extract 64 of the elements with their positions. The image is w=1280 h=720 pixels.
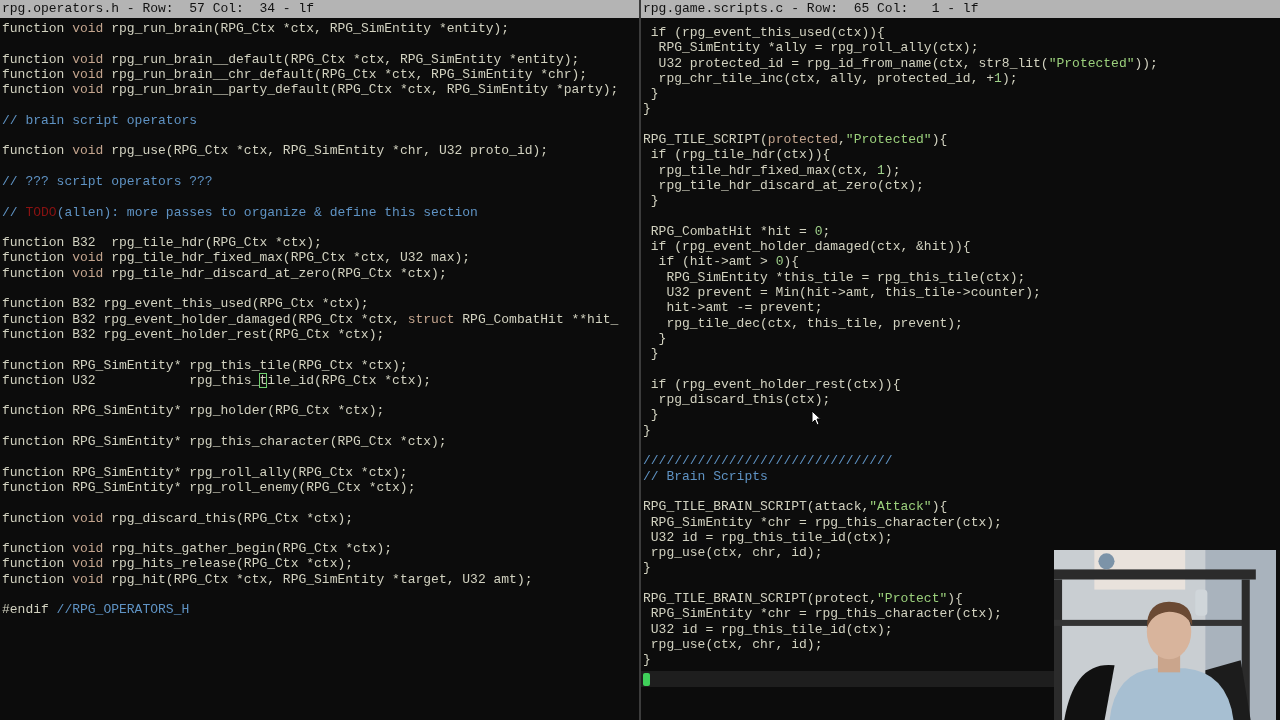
code-line: function void rpg_hit(RPG_Ctx *ctx, RPG_SimEntity *target, U32 amt); [2, 571, 533, 587]
code-line: RPG_SimEntity *this_tile = rpg_this_tile(ctx); [665, 269, 1026, 286]
code-line: } [643, 652, 651, 668]
code-line: U32 protected_id = rpg_id_from_name(ctx, str8_lit("Protected")); [657, 55, 1158, 71]
code-line: } [649, 407, 659, 423]
code-line: function RPG_SimEntity* rpg_roll_ally(RPG_Ctx *ctx); [2, 464, 408, 480]
code-line: function void rpg_run_brain__chr_default(RPG_Ctx *ctx, RPG_SimEntity *chr); [2, 66, 588, 83]
code-line: function B32 rpg_event_holder_rest(RPG_Ctx *ctx); [2, 326, 385, 343]
code-line: if (rpg_tile_hdr(ctx)){ [649, 147, 831, 163]
code-line: #endif //RPG_OPERATORS_H [2, 602, 190, 618]
code-line: function void rpg_use(RPG_Ctx *ctx, RPG_SimEntity *chr, U32 proto_id); [2, 143, 549, 159]
text-cursor [643, 672, 650, 686]
code-line: rpg_discard_this(ctx); [657, 392, 831, 408]
code-line: RPG_TILE_BRAIN_SCRIPT(protect,"Protect"){ [643, 591, 963, 607]
status-bar: rpg.operators.h - Row: 57 Col: 34 - lf [0, 0, 639, 18]
code-line: U32 id = rpg_this_tile_id(ctx); [649, 621, 893, 637]
code-line: if (rpg_event_this_used(ctx)){ [649, 25, 885, 41]
code-line: RPG_SimEntity *ally = rpg_roll_ally(ctx); [657, 40, 979, 56]
code-line: RPG_CombatHit *hit = 0; [649, 223, 831, 240]
code-line: function RPG_SimEntity* rpg_roll_enemy(RPG_Ctx *ctx); [2, 479, 416, 496]
code-line: } [650, 86, 659, 102]
code-line: function RPG_SimEntity* rpg_holder(RPG_Ctx *ctx); [2, 403, 385, 419]
code-line: RPG_TILE_BRAIN_SCRIPT(attack,"Attack"){ [643, 499, 948, 515]
code-line: function void rpg_tile_hdr_fixed_max(RPG_Ctx *ctx, U32 max); [2, 250, 471, 266]
code-line: rpg_use(ctx, chr, id); [650, 545, 823, 561]
code-line: } [643, 422, 651, 438]
code-line: if (rpg_event_holder_rest(ctx)){ [649, 376, 901, 393]
code-line: } [649, 193, 659, 209]
code-line: function void rpg_run_brain__party_default(RPG_Ctx *ctx, RPG_SimEntity *party); [2, 82, 619, 98]
code-line: RPG_SimEntity *chr = rpg_this_character(ctx); [649, 514, 1002, 530]
code-line: RPG_SimEntity *chr = rpg_this_character(ctx); [649, 606, 1002, 622]
code-line: rpg_tile_hdr_fixed_max(ctx, 1); [657, 162, 901, 178]
code-line: hit->amt -= prevent; [665, 300, 823, 316]
code-line: } [643, 560, 651, 576]
code-line: U32 prevent = Min(hit->amt, this_tile->counter); [665, 285, 1041, 301]
status-bar: rpg.game.scripts.c - Row: 65 Col: 1 - lf [641, 0, 1280, 18]
code-line: function void rpg_run_brain__default(RPG_Ctx *ctx, RPG_SimEntity *entity); [2, 51, 580, 67]
code-line: // TODO(allen): more passes to organize & define this section [2, 204, 478, 220]
code-line: U32 id = rpg_this_tile_id(ctx); [649, 529, 893, 546]
code-line: rpg_tile_dec(ctx, this_tile, prevent); [665, 315, 963, 331]
code-line: function RPG_SimEntity* rpg_this_tile(RPG_Ctx *ctx); [2, 357, 408, 373]
code-line: function RPG_SimEntity* rpg_this_character(RPG_Ctx *ctx); [2, 434, 447, 450]
code-line: function void rpg_discard_this(RPG_Ctx *ctx); [2, 510, 354, 526]
code-line: // ??? script operators ??? [2, 173, 213, 190]
code-line: if (hit->amt > 0){ [657, 254, 800, 270]
code-line: } [649, 346, 659, 362]
code-line: rpg_chr_tile_inc(ctx, ally, protected_id, +1); [657, 70, 1018, 87]
code-line: function B32 rpg_event_holder_damaged(RPG_Ctx *ctx, struct RPG_CombatHit **hit_ [2, 311, 619, 327]
code-line: // brain script operators [2, 112, 198, 129]
code-line: } [657, 330, 667, 347]
mouse-pointer-icon [811, 410, 821, 426]
code-line: function B32 rpg_event_this_used(RPG_Ctx *ctx); [2, 296, 369, 312]
code-line: function void rpg_tile_hdr_discard_at_zero(RPG_Ctx *ctx); [2, 265, 447, 282]
code-line: } [643, 101, 651, 117]
code-line: function void rpg_hits_release(RPG_Ctx *ctx); [2, 556, 354, 572]
code-line: rpg_use(ctx, chr, id); [649, 636, 823, 653]
code-line: RPG_TILE_SCRIPT(protected,"Protected"){ [643, 132, 948, 148]
code-line: //////////////////////////////// [643, 453, 893, 469]
code-line: // Brain Scripts [643, 468, 768, 484]
code-line: rpg_tile_hdr_discard_at_zero(ctx); [657, 177, 924, 194]
code-line: function void rpg_run_brain(RPG_Ctx *ctx, RPG_SimEntity *entity); [2, 21, 510, 37]
code-line: if (rpg_event_holder_damaged(ctx, &hit)){ [649, 239, 971, 255]
code-line: function void rpg_hits_gather_begin(RPG_Ctx *ctx); [2, 541, 393, 557]
code-line: function B32 rpg_tile_hdr(RPG_Ctx *ctx); [2, 235, 322, 251]
